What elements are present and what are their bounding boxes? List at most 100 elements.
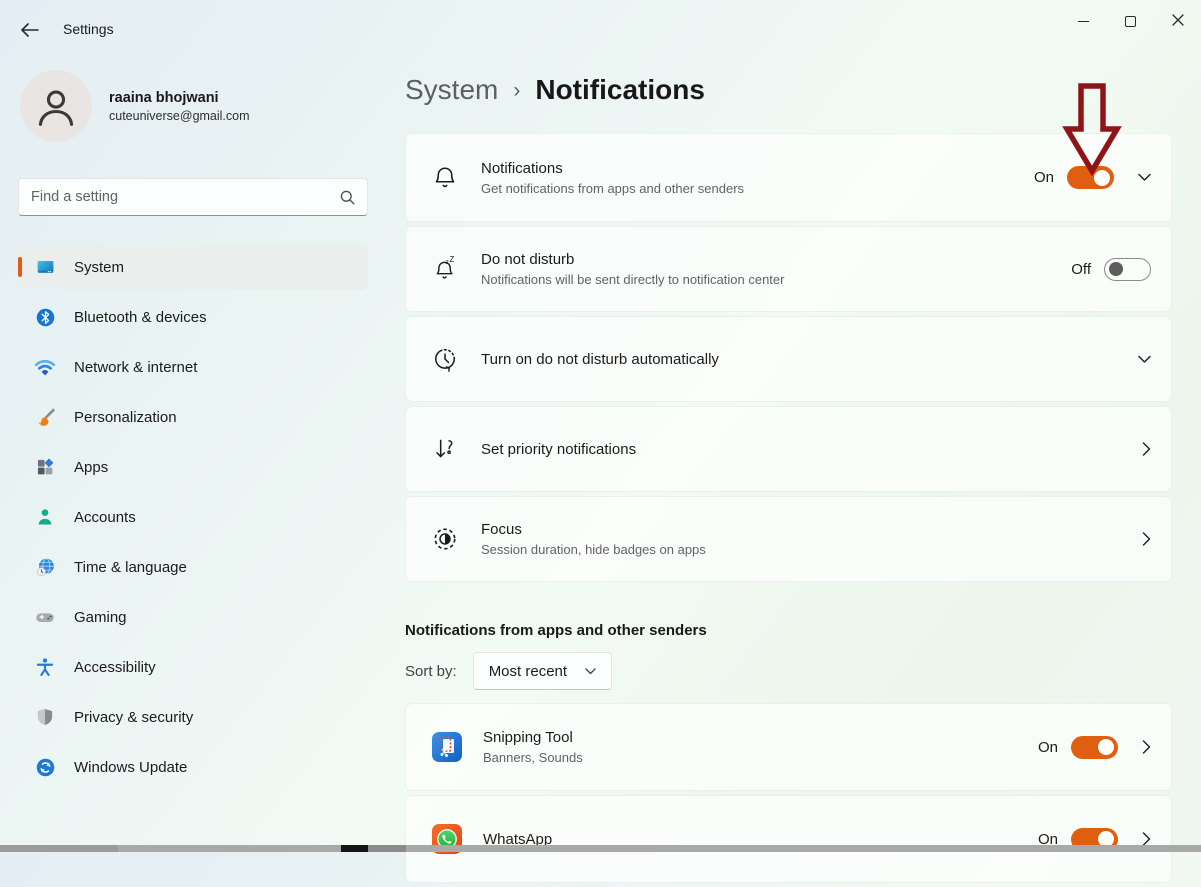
sidebar-item-label: Windows Update	[74, 759, 187, 776]
card-focus[interactable]: Focus Session duration, hide badges on a…	[405, 496, 1172, 582]
gamepad-icon	[34, 606, 56, 628]
account-header: raaina bhojwani cuteuniverse@gmail.com	[20, 70, 250, 142]
sidebar-item-label: System	[74, 259, 124, 276]
settings-cards: Notifications Get notifications from app…	[405, 133, 1172, 582]
sidebar-item-privacy-security[interactable]: Privacy & security	[18, 694, 368, 740]
chevron-right-icon[interactable]	[1142, 740, 1151, 754]
notifications-toggle[interactable]	[1067, 166, 1114, 189]
sidebar-item-network-internet[interactable]: Network & internet	[18, 344, 368, 390]
sidebar-item-accessibility[interactable]: Accessibility	[18, 644, 368, 690]
sidebar-item-bluetooth-devices[interactable]: Bluetooth & devices	[18, 294, 368, 340]
titlebar: Settings	[0, 0, 1201, 48]
chevron-right-icon[interactable]	[1142, 832, 1151, 846]
sidebar-item-system[interactable]: System	[18, 244, 368, 290]
display-icon	[34, 256, 56, 278]
card-title: Do not disturb	[481, 251, 1071, 268]
toggle-knob	[1094, 170, 1110, 186]
chevron-right-icon[interactable]	[1142, 442, 1151, 456]
avatar-person-icon	[34, 84, 78, 128]
account-name: raaina bhojwani	[109, 90, 250, 106]
minimize-icon	[1078, 21, 1089, 22]
toggle-state-label: On	[1034, 169, 1054, 186]
avatar	[20, 70, 92, 142]
app-row-whatsapp[interactable]: WhatsApp On	[405, 795, 1172, 883]
taskbar-edge	[0, 845, 1201, 852]
search-input[interactable]	[19, 189, 340, 205]
sidebar: raaina bhojwani cuteuniverse@gmail.com S…	[0, 48, 392, 845]
page-title: Notifications	[535, 74, 705, 106]
apps-section-title: Notifications from apps and other sender…	[405, 622, 1172, 639]
wifi-icon	[34, 356, 56, 378]
breadcrumb: System › Notifications	[405, 74, 1172, 106]
app-notification-list: Snipping Tool Banners, Sounds On WhatsAp…	[405, 703, 1172, 883]
sidebar-item-apps[interactable]: Apps	[18, 444, 368, 490]
main-content: System › Notifications Notifications Get…	[405, 48, 1172, 887]
app-desc: Banners, Sounds	[483, 750, 1038, 765]
toggle-knob	[1109, 262, 1123, 276]
card-do-not-disturb: zZ Do not disturb Notifications will be …	[405, 226, 1172, 312]
sidebar-item-label: Gaming	[74, 609, 127, 626]
search-box[interactable]	[18, 178, 368, 216]
sort-row: Sort by: Most recent	[405, 652, 1172, 690]
sidebar-item-label: Bluetooth & devices	[74, 309, 207, 326]
shield-icon	[34, 706, 56, 728]
close-button[interactable]	[1154, 0, 1201, 42]
search-icon[interactable]	[340, 190, 355, 205]
globe-clock-icon	[34, 556, 56, 578]
card-title: Notifications	[481, 160, 1034, 177]
clock-auto-icon	[431, 346, 459, 372]
toggle-knob	[1098, 739, 1114, 755]
chevron-right-icon[interactable]	[1142, 532, 1151, 546]
sort-dropdown[interactable]: Most recent	[473, 652, 612, 690]
sidebar-item-label: Personalization	[74, 409, 177, 426]
minimize-button[interactable]	[1060, 0, 1107, 42]
sidebar-item-gaming[interactable]: Gaming	[18, 594, 368, 640]
account-email: cuteuniverse@gmail.com	[109, 109, 250, 123]
brush-icon	[34, 406, 56, 428]
focus-icon	[431, 526, 459, 552]
toggle-state-label: On	[1038, 739, 1058, 756]
chevron-down-icon	[585, 662, 596, 680]
maximize-button[interactable]	[1107, 0, 1154, 42]
card-title: Focus	[481, 521, 1118, 538]
toggle-state-label: Off	[1071, 261, 1091, 278]
card-desc: Get notifications from apps and other se…	[481, 181, 1034, 196]
sidebar-item-label: Privacy & security	[74, 709, 193, 726]
sidebar-item-label: Apps	[74, 459, 108, 476]
priority-icon	[431, 436, 459, 462]
card-title: Turn on do not disturb automatically	[481, 351, 1114, 368]
apps-icon	[34, 456, 56, 478]
app-name: Snipping Tool	[483, 729, 1038, 746]
app-row-snipping-tool[interactable]: Snipping Tool Banners, Sounds On	[405, 703, 1172, 791]
card-notifications[interactable]: Notifications Get notifications from app…	[405, 133, 1172, 222]
card-desc: Session duration, hide badges on apps	[481, 542, 1118, 557]
sidebar-item-time-language[interactable]: Time & language	[18, 544, 368, 590]
breadcrumb-system-link[interactable]: System	[405, 74, 498, 106]
svg-text:Z: Z	[449, 256, 454, 264]
sidebar-item-label: Accessibility	[74, 659, 156, 676]
sidebar-item-personalization[interactable]: Personalization	[18, 394, 368, 440]
sidebar-item-label: Network & internet	[74, 359, 197, 376]
sidebar-nav: System Bluetooth & devices Network & int…	[18, 244, 368, 794]
update-icon	[34, 756, 56, 778]
breadcrumb-separator: ›	[513, 79, 520, 103]
snipping-tool-toggle[interactable]	[1071, 736, 1118, 759]
card-priority-notifications[interactable]: Set priority notifications	[405, 406, 1172, 492]
sidebar-item-windows-update[interactable]: Windows Update	[18, 744, 368, 790]
card-desc: Notifications will be sent directly to n…	[481, 272, 1071, 287]
chevron-down-icon[interactable]	[1138, 355, 1151, 364]
chevron-down-icon[interactable]	[1138, 173, 1151, 182]
close-icon	[1172, 14, 1184, 29]
svg-text:z: z	[446, 259, 449, 266]
card-dnd-automatic[interactable]: Turn on do not disturb automatically	[405, 316, 1172, 402]
card-title: Set priority notifications	[481, 441, 1118, 458]
back-button[interactable]	[14, 16, 46, 44]
person-icon	[34, 506, 56, 528]
sidebar-item-accounts[interactable]: Accounts	[18, 494, 368, 540]
sort-by-label: Sort by:	[405, 663, 457, 680]
maximize-icon	[1125, 16, 1136, 27]
bluetooth-icon	[34, 306, 56, 328]
snipping-tool-icon	[431, 731, 463, 763]
bell-icon	[431, 165, 459, 191]
do-not-disturb-toggle[interactable]	[1104, 258, 1151, 281]
